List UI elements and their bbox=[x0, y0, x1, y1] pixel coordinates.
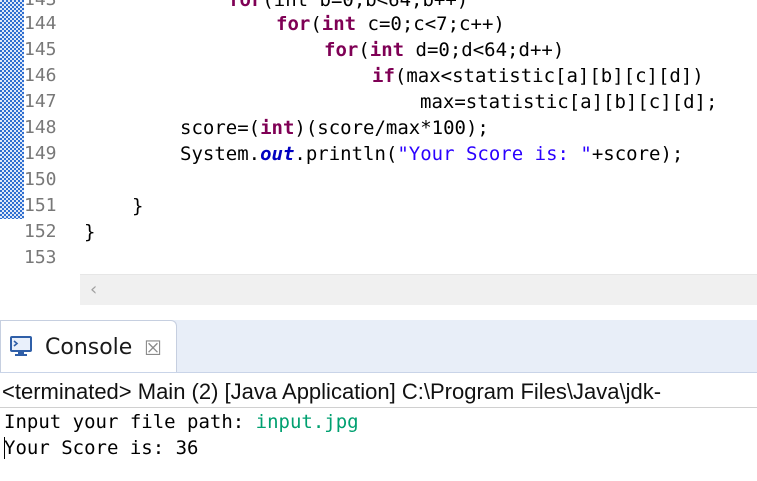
console-line: Your Score is: 36 bbox=[4, 437, 199, 459]
prompt-text: Input your file path: bbox=[4, 411, 256, 433]
console-line: Input your file path: input.jpg bbox=[4, 409, 359, 435]
keyword: for bbox=[276, 13, 311, 35]
code-text: +score); bbox=[591, 143, 684, 165]
closing-brace: } bbox=[132, 195, 144, 217]
line-number: 147 bbox=[24, 91, 57, 112]
code-text: d=0;d<64;d++) bbox=[404, 39, 565, 61]
divider bbox=[0, 407, 757, 408]
code-line: } bbox=[132, 193, 143, 219]
user-input-text: input.jpg bbox=[255, 411, 359, 433]
line-number: 151 bbox=[24, 195, 57, 216]
code-text: )(score/max*100); bbox=[294, 117, 489, 139]
code-text: ( bbox=[358, 39, 370, 61]
code-text: score=( bbox=[180, 117, 261, 139]
keyword: for bbox=[228, 0, 263, 11]
console-icon bbox=[10, 336, 32, 356]
keyword: int bbox=[321, 13, 357, 35]
code-text: max=statistic[a][b][c][d]; bbox=[420, 91, 718, 113]
string-literal: "Your Score is: " bbox=[397, 143, 592, 165]
code-line: score=(int)(score/max*100); bbox=[180, 115, 489, 141]
console-output[interactable]: <terminated> Main (2) [Java Application]… bbox=[0, 373, 757, 481]
code-editor[interactable]: 143 144 145 146 147 148 149 150 151 152 … bbox=[0, 0, 757, 308]
view-tab-bar: Console ☒ bbox=[0, 320, 757, 373]
code-line: for(int c=0;c<7;c++) bbox=[276, 11, 505, 37]
line-number: 146 bbox=[24, 65, 57, 86]
chevron-left-icon[interactable]: ‹ bbox=[90, 279, 97, 300]
code-line: if(max<statistic[a][b][c][d]) bbox=[372, 63, 704, 89]
line-number: 153 bbox=[24, 247, 57, 268]
horizontal-scrollbar[interactable]: ‹ bbox=[80, 274, 757, 305]
close-icon[interactable]: ☒ bbox=[144, 336, 162, 360]
closing-brace: } bbox=[84, 221, 96, 243]
view-separator bbox=[0, 308, 757, 320]
code-text: .println( bbox=[294, 143, 398, 165]
code-line: System.out.println("Your Score is: "+sco… bbox=[180, 141, 683, 167]
keyword: int bbox=[260, 117, 295, 139]
line-number: 152 bbox=[24, 221, 57, 242]
tab-title: Console bbox=[45, 335, 133, 360]
code-text: c=0;c<7;c++) bbox=[356, 13, 505, 35]
tab-console[interactable]: Console ☒ bbox=[0, 320, 177, 372]
code-text: (int b=0;b<64;b++) bbox=[262, 0, 469, 11]
console-status-header: <terminated> Main (2) [Java Application]… bbox=[2, 379, 662, 404]
static-field: out bbox=[260, 143, 295, 165]
keyword: if bbox=[372, 65, 395, 87]
keyword: for bbox=[324, 39, 359, 61]
line-number: 145 bbox=[24, 39, 57, 60]
line-number: 149 bbox=[24, 143, 57, 164]
code-line: for(int d=0;d<64;d++) bbox=[324, 37, 564, 63]
code-text: System. bbox=[180, 143, 261, 165]
line-number: 148 bbox=[24, 117, 57, 138]
code-line: max=statistic[a][b][c][d]; bbox=[420, 89, 717, 115]
line-number: 150 bbox=[24, 169, 57, 190]
keyword: int bbox=[369, 39, 405, 61]
code-line: } bbox=[84, 219, 95, 245]
line-number: 144 bbox=[24, 13, 57, 34]
code-text: (max<statistic[a][b][c][d]) bbox=[394, 65, 704, 87]
text-caret bbox=[4, 437, 5, 459]
change-ruler bbox=[0, 0, 24, 219]
code-text: ( bbox=[310, 13, 322, 35]
